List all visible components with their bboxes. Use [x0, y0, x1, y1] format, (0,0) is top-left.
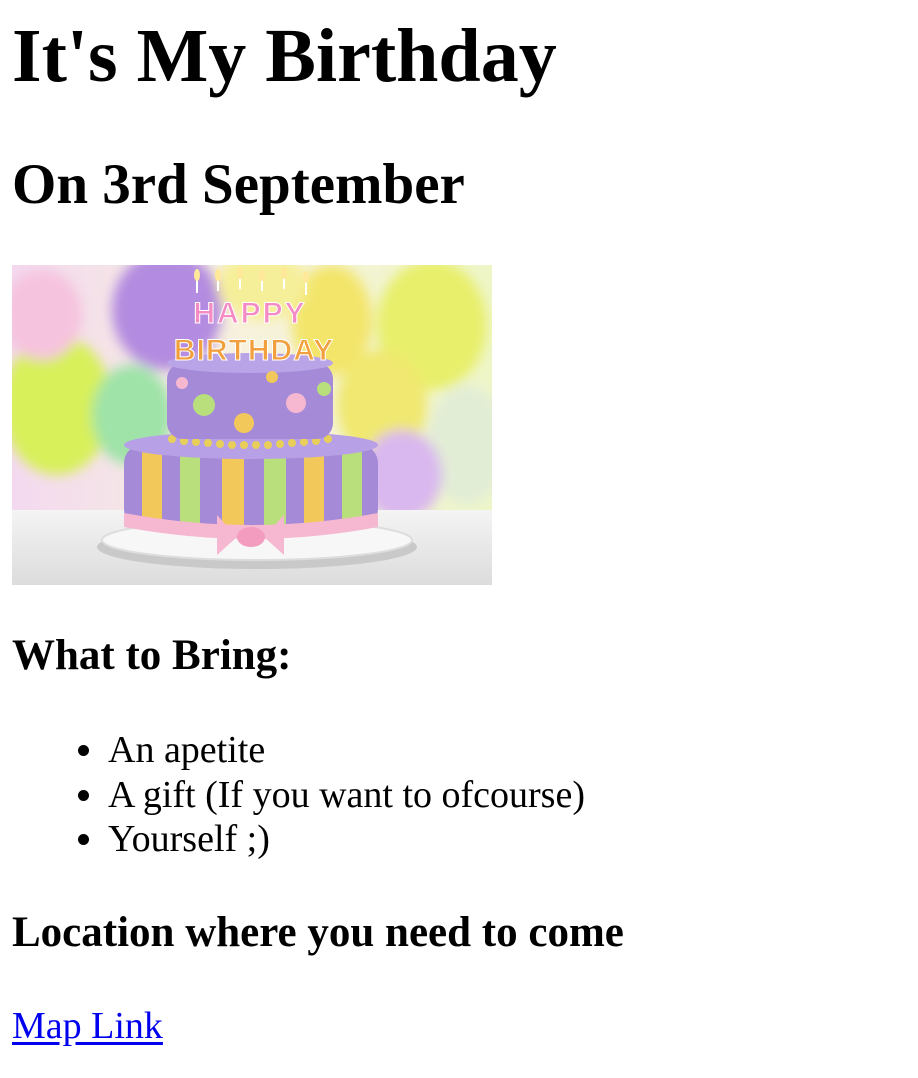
page-title: It's My Birthday [12, 14, 557, 98]
candle-text-birthday: BIRTHDAY [174, 334, 334, 367]
what-to-bring-heading: What to Bring: [12, 632, 292, 679]
location-heading: Location where you need to come [12, 909, 624, 956]
candle-text-happy: HAPPY [193, 297, 306, 330]
bring-list: An apetite A gift (If you want to ofcour… [0, 728, 585, 862]
list-item: A gift (If you want to ofcourse) [78, 773, 585, 818]
list-item-label: An apetite [108, 729, 266, 771]
list-item: Yourself ;) [78, 817, 585, 862]
bullet-icon [78, 745, 89, 756]
page: It's My Birthday On 3rd September HAPPY … [0, 0, 918, 1078]
list-item: An apetite [78, 728, 585, 773]
birthday-cake-image: HAPPY BIRTHDAY [12, 265, 492, 585]
event-date-heading: On 3rd September [12, 153, 465, 216]
bullet-icon [78, 789, 89, 801]
list-item-label: Yourself ;) [108, 818, 270, 860]
list-item-label: A gift (If you want to ofcourse) [108, 773, 585, 816]
map-link[interactable]: Map Link [12, 1004, 163, 1048]
bullet-icon [78, 834, 89, 845]
